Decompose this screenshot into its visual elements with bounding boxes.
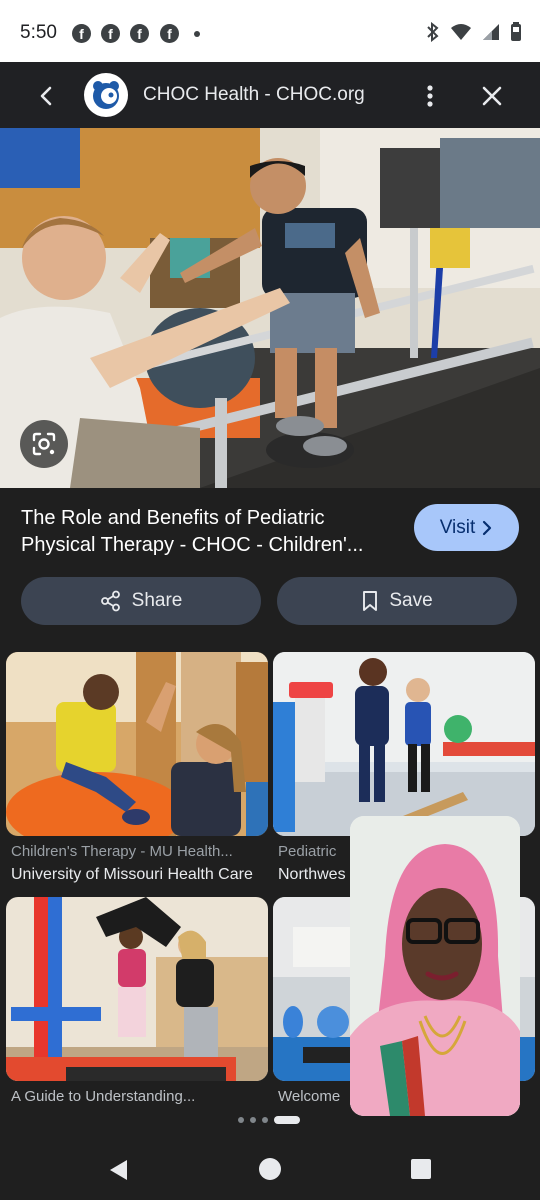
result-title[interactable]: The Role and Benefits of Pediatric Physi…: [21, 505, 401, 559]
bookmark-icon: [363, 591, 378, 611]
visit-button[interactable]: Visit: [414, 504, 519, 551]
nav-back-icon[interactable]: [106, 1157, 132, 1183]
system-navigation-bar: [0, 1140, 540, 1200]
wifi-icon: [451, 24, 471, 40]
related-title-3[interactable]: A Guide to Understanding...: [11, 1088, 263, 1105]
related-title-2[interactable]: Northwes: [278, 866, 348, 884]
carousel-pager: [238, 1116, 300, 1124]
visit-label: Visit: [439, 516, 476, 538]
status-bar: 5:50 f f f f: [0, 0, 540, 62]
back-arrow-icon[interactable]: [30, 80, 62, 112]
share-button[interactable]: Share: [21, 577, 261, 625]
save-button[interactable]: Save: [277, 577, 517, 625]
share-icon: [100, 590, 120, 612]
related-image-2[interactable]: [273, 652, 535, 836]
facebook-notification-icon: f: [160, 24, 179, 43]
pager-dot: [238, 1117, 244, 1123]
facebook-notification-icon: f: [72, 24, 91, 43]
status-icons: [426, 22, 522, 42]
viewer-header: CHOC Health - CHOC.org: [0, 62, 540, 128]
nav-recents-icon[interactable]: [410, 1158, 432, 1180]
facebook-notification-icon: f: [101, 24, 120, 43]
main-image[interactable]: [0, 128, 540, 488]
floating-video-overlay[interactable]: [350, 816, 520, 1116]
therapy-room-photo: [273, 652, 535, 836]
battery-icon: [511, 22, 521, 41]
pager-dot-active: [274, 1116, 300, 1124]
chevron-right-icon: [483, 520, 492, 535]
video-person-frame: [350, 816, 520, 1116]
facebook-notification-icon: f: [130, 24, 149, 43]
pager-dot: [250, 1117, 256, 1123]
more-options-icon[interactable]: [418, 80, 442, 112]
pager-dot: [262, 1117, 268, 1123]
related-image-1[interactable]: [6, 652, 268, 836]
related-title-1[interactable]: University of Missouri Health Care: [11, 866, 263, 884]
close-icon[interactable]: [476, 80, 508, 112]
more-notifications-dot-icon: [194, 31, 200, 37]
google-lens-button[interactable]: [20, 420, 68, 468]
related-source-2[interactable]: Pediatric: [278, 843, 346, 860]
nav-home-icon[interactable]: [258, 1157, 282, 1181]
bluetooth-icon: [427, 22, 439, 42]
therapy-photo: [0, 128, 540, 488]
status-time: 5:50: [20, 22, 57, 43]
site-title: CHOC Health - CHOC.org: [143, 84, 365, 105]
choc-bear-logo-icon: [93, 81, 119, 109]
share-label: Share: [131, 590, 183, 611]
related-image-3[interactable]: [6, 897, 268, 1081]
therapy-ball-photo: [6, 652, 268, 836]
cell-signal-icon: [483, 24, 499, 40]
gait-trainer-photo: [6, 897, 268, 1081]
related-title-4[interactable]: Welcome: [278, 1088, 348, 1105]
save-label: Save: [389, 590, 433, 611]
lens-search-icon: [32, 432, 56, 456]
related-source-1[interactable]: Children's Therapy - MU Health...: [11, 843, 263, 860]
site-logo: [84, 73, 128, 117]
